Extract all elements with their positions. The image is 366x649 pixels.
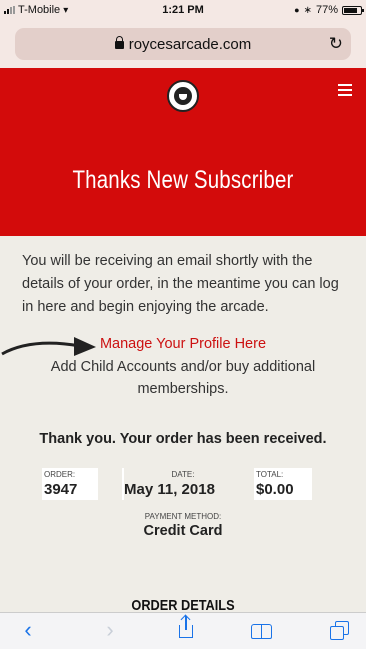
add-child-text: Add Child Accounts and/or buy additional…: [50, 359, 316, 397]
payment-label: PAYMENT METHOD:: [144, 512, 222, 521]
lock-icon: [114, 36, 124, 49]
manage-profile-link[interactable]: Manage Your Profile Here: [0, 336, 366, 352]
hero-banner: Thanks New Subscriber: [0, 68, 366, 236]
bluetooth-icon: ∗: [303, 4, 312, 16]
order-received-message: Thank you. Your order has been received.: [39, 431, 327, 447]
address-url: roycesarcade.com: [128, 36, 252, 53]
total-label: TOTAL:: [256, 470, 284, 479]
order-total: $0.00: [256, 481, 294, 498]
hamburger-menu-icon[interactable]: [338, 84, 352, 96]
book-icon: [251, 624, 273, 639]
order-total-field: TOTAL: $0.00: [254, 468, 312, 500]
order-date-field: DATE: May 11, 2018: [122, 468, 242, 500]
page-title: Thanks New Subscriber: [72, 166, 294, 194]
payment-method-field: PAYMENT METHOD: Credit Card: [0, 512, 366, 539]
reload-icon[interactable]: ↻: [329, 34, 343, 54]
browser-toolbar: ‹ ›: [0, 612, 366, 649]
order-number: 3947: [44, 481, 78, 498]
address-bar[interactable]: roycesarcade.com ↻: [15, 28, 351, 60]
share-button[interactable]: [172, 616, 200, 643]
bookmarks-button[interactable]: [248, 619, 276, 643]
date-label: DATE:: [171, 470, 195, 479]
back-button[interactable]: ‹: [14, 619, 42, 643]
status-bar: T-Mobile ▾ 1:21 PM ● ∗ 77%: [0, 0, 366, 22]
chevron-right-icon: ›: [106, 617, 114, 642]
order-number-field: ORDER: 3947: [42, 468, 98, 500]
forward-button[interactable]: ›: [96, 619, 124, 643]
order-date: May 11, 2018: [124, 481, 215, 498]
chevron-left-icon: ‹: [24, 617, 32, 642]
tabs-icon: [330, 621, 350, 641]
share-icon: [179, 616, 193, 638]
order-label: ORDER:: [44, 470, 76, 479]
intro-text: You will be receiving an email shortly w…: [22, 253, 339, 315]
site-logo[interactable]: [167, 80, 199, 112]
battery-percent: 77%: [315, 4, 338, 16]
alarm-icon: ●: [294, 5, 300, 15]
battery-icon: [342, 5, 364, 15]
payment-method: Credit Card: [143, 523, 223, 539]
browser-chrome: T-Mobile ▾ 1:21 PM ● ∗ 77% roycesarcade.…: [0, 0, 366, 68]
tabs-button[interactable]: [326, 619, 354, 643]
